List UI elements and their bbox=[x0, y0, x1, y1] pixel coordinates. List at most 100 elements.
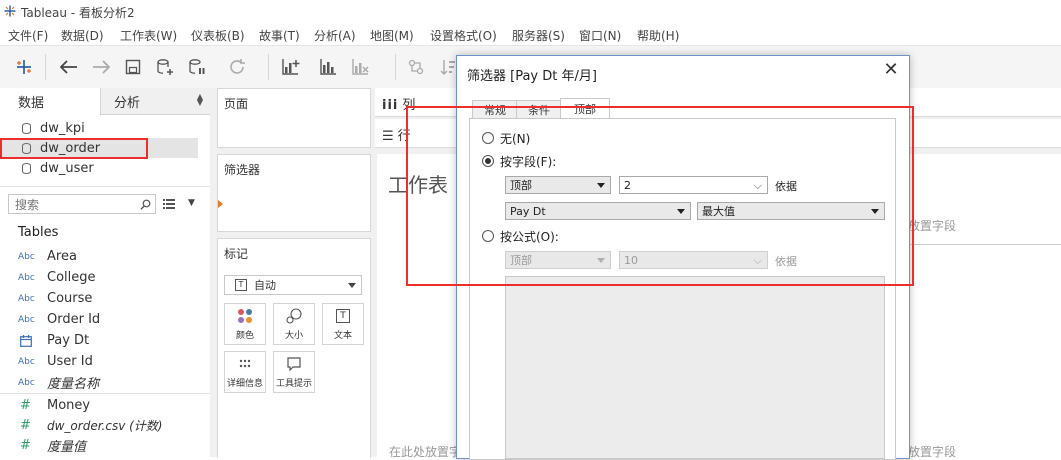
field-order-id[interactable]: Abc Order Id bbox=[0, 309, 205, 330]
window-title: Tableau - 看板分析2 bbox=[21, 6, 135, 20]
tab-analysis-label: 分析 bbox=[114, 95, 141, 111]
tab-analysis[interactable]: 分析 ▲ ▼ bbox=[100, 88, 211, 115]
detail-icon bbox=[239, 359, 251, 368]
forward-icon[interactable] bbox=[90, 56, 112, 78]
text-mark-button[interactable]: T 文本 bbox=[322, 303, 364, 345]
size-label: 大小 bbox=[284, 331, 303, 341]
size-icon bbox=[286, 308, 302, 324]
field-user-id[interactable]: Abc User Id bbox=[0, 351, 205, 372]
toolbar-separator bbox=[268, 54, 269, 80]
toolbar-separator bbox=[45, 54, 46, 80]
field-course[interactable]: Abc Course bbox=[0, 288, 205, 309]
size-mark-button[interactable]: 大小 bbox=[273, 303, 315, 345]
marks-card-label: 标记 bbox=[224, 247, 249, 261]
refresh-icon[interactable] bbox=[226, 56, 248, 78]
detail-label: 详细信息 bbox=[226, 379, 263, 389]
datasource-dw-user[interactable]: dw_user bbox=[0, 158, 200, 178]
datasource-label: dw_user bbox=[40, 160, 94, 176]
text-mark-icon: T bbox=[235, 279, 247, 291]
menu-server[interactable]: 服务器(S) bbox=[512, 27, 565, 44]
swap-icon[interactable] bbox=[405, 56, 427, 78]
field-measure-values[interactable]: # 度量值 bbox=[0, 435, 205, 456]
rows-icon: ☰ bbox=[382, 129, 394, 144]
menu-data[interactable]: 数据(D) bbox=[61, 27, 104, 44]
dropdown-caret-icon[interactable]: ▼ bbox=[188, 198, 195, 208]
title-bar: Tableau - 看板分析2 bbox=[0, 0, 1061, 23]
new-datasource-icon[interactable] bbox=[154, 56, 176, 78]
number-type-icon: # bbox=[20, 398, 31, 413]
clear-icon[interactable] bbox=[350, 56, 372, 78]
field-label: Order Id bbox=[47, 312, 101, 327]
menu-format[interactable]: 设置格式(O) bbox=[430, 27, 497, 44]
string-type-icon: Abc bbox=[18, 293, 35, 304]
highlight-box-datasource bbox=[0, 138, 148, 159]
field-label: Area bbox=[47, 249, 77, 264]
field-measure-names[interactable]: Abc 度量名称 bbox=[0, 372, 205, 393]
toolbar-separator bbox=[395, 54, 396, 80]
tab-data[interactable]: 数据 bbox=[0, 88, 100, 116]
drop-hint-bottom: 在此处放置字 bbox=[389, 445, 462, 459]
divider bbox=[0, 186, 210, 187]
string-type-icon: Abc bbox=[18, 377, 35, 388]
text-icon: T bbox=[336, 309, 350, 323]
string-type-icon: Abc bbox=[18, 251, 35, 262]
mark-type-label: 自动 bbox=[254, 279, 276, 292]
filters-shelf[interactable]: 筛选器 bbox=[217, 154, 371, 232]
tooltip-label: 工具提示 bbox=[275, 379, 312, 389]
field-record-count[interactable]: # dw_order.csv (计数) bbox=[0, 415, 205, 436]
divider bbox=[0, 393, 210, 394]
menu-dashboard[interactable]: 仪表板(B) bbox=[191, 27, 245, 44]
field-label: 度量名称 bbox=[47, 377, 100, 392]
pause-icon[interactable] bbox=[186, 56, 208, 78]
menu-analysis[interactable]: 分析(A) bbox=[314, 27, 356, 44]
field-label: Pay Dt bbox=[47, 333, 90, 348]
new-worksheet-icon[interactable] bbox=[280, 56, 302, 78]
field-college[interactable]: Abc College bbox=[0, 267, 205, 288]
mark-type-dropdown[interactable]: T 自动 bbox=[224, 275, 362, 295]
detail-mark-button[interactable]: 详细信息 bbox=[224, 351, 266, 393]
tooltip-icon bbox=[287, 357, 301, 372]
field-money[interactable]: # Money bbox=[0, 395, 205, 416]
close-icon[interactable]: ✕ bbox=[881, 59, 901, 80]
axis-line bbox=[907, 244, 1061, 245]
pages-shelf[interactable]: 页面 bbox=[217, 88, 371, 148]
datasource-dw-kpi[interactable]: dw_kpi bbox=[0, 118, 200, 138]
menu-map[interactable]: 地图(M) bbox=[370, 27, 414, 44]
drop-hint-bottom-right: 放置字段 bbox=[908, 445, 957, 459]
highlight-box-dialog bbox=[406, 106, 914, 286]
dropdown-caret-icon bbox=[348, 283, 356, 288]
duplicate-icon[interactable] bbox=[318, 56, 340, 78]
view-list-icon[interactable] bbox=[163, 198, 175, 210]
menu-story[interactable]: 故事(T) bbox=[259, 27, 300, 44]
menu-worksheet[interactable]: 工作表(W) bbox=[120, 27, 177, 44]
menu-file[interactable]: 文件(F) bbox=[8, 27, 48, 44]
field-label: Course bbox=[47, 291, 93, 306]
field-area[interactable]: Abc Area bbox=[0, 246, 205, 267]
search-input[interactable] bbox=[13, 196, 137, 214]
menu-window[interactable]: 窗口(N) bbox=[579, 27, 621, 44]
color-icon bbox=[238, 309, 252, 323]
field-label: dw_order.csv (计数) bbox=[47, 419, 163, 433]
marks-card: 标记 T 自动 颜色 大小 T 文本 详细信息 工具提示 bbox=[217, 238, 371, 458]
field-search-box[interactable] bbox=[8, 194, 156, 214]
shelves-column: 页面 筛选器 标记 T 自动 颜色 大小 T 文本 详细信息 工具提示 bbox=[210, 88, 375, 458]
string-type-icon: Abc bbox=[18, 314, 35, 325]
tooltip-mark-button[interactable]: 工具提示 bbox=[273, 351, 315, 393]
text-label: 文本 bbox=[333, 331, 352, 341]
color-mark-button[interactable]: 颜色 bbox=[224, 303, 266, 345]
tableau-logo-icon[interactable] bbox=[13, 56, 35, 78]
spin-arrows-icon: ▲ ▼ bbox=[196, 92, 203, 107]
menu-help[interactable]: 帮助(H) bbox=[637, 27, 679, 44]
color-label: 颜色 bbox=[235, 331, 254, 341]
tab-data-label: 数据 bbox=[18, 95, 45, 111]
back-icon[interactable] bbox=[58, 56, 80, 78]
datasource-label: dw_kpi bbox=[40, 120, 85, 136]
save-icon[interactable] bbox=[122, 56, 144, 78]
field-pay-dt[interactable]: Pay Dt bbox=[0, 330, 205, 351]
tableau-app-icon bbox=[4, 5, 16, 17]
pages-shelf-label: 页面 bbox=[224, 97, 249, 111]
string-type-icon: Abc bbox=[18, 272, 35, 283]
dialog-title: 筛选器 [Pay Dt 年/月] bbox=[467, 69, 597, 84]
drop-hint-right: 放置字段 bbox=[908, 219, 957, 233]
formula-editor[interactable] bbox=[505, 276, 885, 459]
